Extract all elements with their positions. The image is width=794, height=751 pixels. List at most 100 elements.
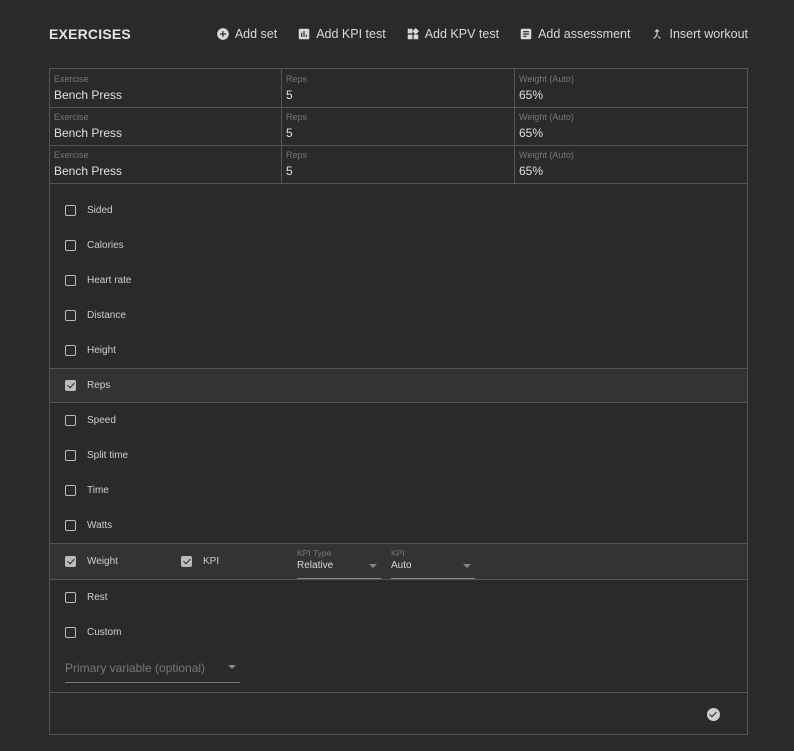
- variable-option-calories[interactable]: Calories: [50, 228, 747, 263]
- speed-checkbox[interactable]: [65, 415, 76, 426]
- exercise-value: Bench Press: [54, 126, 123, 140]
- add-kpi-test-label: Add KPI test: [316, 27, 386, 41]
- rest-label: Rest: [87, 592, 108, 603]
- variable-option-weight[interactable]: Weight KPI KPI Type Relative KPI Auto: [50, 543, 747, 580]
- exercises-header: EXERCISES Add set Add KPI test Add KPV t…: [49, 24, 748, 44]
- custom-checkbox[interactable]: [65, 627, 76, 638]
- reps-cell[interactable]: Reps 5: [282, 145, 515, 183]
- exercise-panel: Exercise Bench Press Reps 5 Weight (Auto…: [49, 68, 748, 735]
- section-title: EXERCISES: [49, 26, 131, 42]
- weight-label: Weight (Auto): [519, 74, 574, 84]
- kpi-checkbox[interactable]: [181, 556, 192, 567]
- reps-variable-label: Reps: [87, 380, 111, 391]
- reps-label: Reps: [286, 74, 308, 84]
- add-kpi-test-button[interactable]: Add KPI test: [297, 27, 386, 41]
- split-time-label: Split time: [87, 450, 129, 461]
- kpi-select[interactable]: KPI Auto: [391, 548, 475, 579]
- height-checkbox[interactable]: [65, 345, 76, 356]
- primary-variable-select[interactable]: Primary variable (optional): [65, 652, 240, 683]
- variable-option-height[interactable]: Height: [50, 333, 747, 368]
- exercise-cell[interactable]: Exercise Bench Press: [50, 107, 282, 145]
- add-assessment-label: Add assessment: [538, 27, 631, 41]
- weight-checkbox[interactable]: [65, 556, 76, 567]
- reps-cell[interactable]: Reps 5: [282, 107, 515, 145]
- time-label: Time: [87, 485, 109, 496]
- kpi-type-dropdown-icon: [369, 564, 377, 568]
- exercise-value: Bench Press: [54, 164, 123, 178]
- exercise-value: Bench Press: [54, 88, 123, 102]
- weight-cell[interactable]: Weight (Auto) 65%: [515, 107, 747, 145]
- exercise-cell[interactable]: Exercise Bench Press: [50, 69, 282, 107]
- kpi-type-value: Relative: [297, 560, 334, 571]
- split-time-checkbox[interactable]: [65, 450, 76, 461]
- kpi-type-label: KPI Type: [297, 548, 332, 558]
- insert-workout-label: Insert workout: [669, 27, 748, 41]
- assessment-icon: [519, 27, 533, 41]
- variable-option-custom[interactable]: Custom: [50, 615, 747, 650]
- check-circle-icon[interactable]: [707, 708, 720, 721]
- distance-label: Distance: [87, 310, 126, 321]
- rest-checkbox[interactable]: [65, 592, 76, 603]
- kpi-type-select[interactable]: KPI Type Relative: [297, 548, 381, 579]
- kpi-dropdown-icon: [463, 564, 471, 568]
- exercise-label: Exercise: [54, 150, 89, 160]
- footer-divider: [50, 692, 747, 693]
- primary-variable-placeholder: Primary variable (optional): [65, 661, 206, 675]
- distance-checkbox[interactable]: [65, 310, 76, 321]
- height-label: Height: [87, 345, 116, 356]
- add-circle-icon: [216, 27, 230, 41]
- weight-label: Weight (Auto): [519, 112, 574, 122]
- variable-option-reps[interactable]: Reps: [50, 368, 747, 403]
- insert-workout-button[interactable]: Insert workout: [650, 27, 748, 41]
- set-row[interactable]: Exercise Bench Press Reps 5 Weight (Auto…: [50, 107, 747, 146]
- weight-cell[interactable]: Weight (Auto) 65%: [515, 69, 747, 107]
- time-checkbox[interactable]: [65, 485, 76, 496]
- toolbar: Add set Add KPI test Add KPV test Add as…: [216, 24, 748, 44]
- custom-label: Custom: [87, 627, 122, 638]
- weight-variable-label: Weight: [87, 556, 118, 567]
- variable-option-time[interactable]: Time: [50, 473, 747, 508]
- set-row[interactable]: Exercise Bench Press Reps 5 Weight (Auto…: [50, 69, 747, 108]
- reps-value: 5: [286, 88, 293, 102]
- weight-value: 65%: [519, 88, 544, 102]
- exercise-label: Exercise: [54, 74, 89, 84]
- variable-option-speed[interactable]: Speed: [50, 403, 747, 438]
- reps-label: Reps: [286, 112, 308, 122]
- merge-icon: [650, 27, 664, 41]
- variable-option-sided[interactable]: Sided: [50, 193, 747, 228]
- add-set-label: Add set: [234, 27, 278, 41]
- kpi-label: KPI: [203, 556, 220, 567]
- sided-checkbox[interactable]: [65, 205, 76, 216]
- variable-option-split-time[interactable]: Split time: [50, 438, 747, 473]
- variable-option-watts[interactable]: Watts: [50, 508, 747, 543]
- reps-checkbox[interactable]: [65, 380, 76, 391]
- kpi-select-value: Auto: [391, 560, 412, 571]
- reps-label: Reps: [286, 150, 308, 160]
- reps-cell[interactable]: Reps 5: [282, 69, 515, 107]
- weight-value: 65%: [519, 126, 544, 140]
- variable-option-rest[interactable]: Rest: [50, 580, 747, 615]
- exercise-label: Exercise: [54, 112, 89, 122]
- bar-chart-icon: [297, 27, 311, 41]
- add-kpv-test-label: Add KPV test: [424, 27, 500, 41]
- heart-rate-checkbox[interactable]: [65, 275, 76, 286]
- sided-label: Sided: [87, 205, 113, 216]
- watts-checkbox[interactable]: [65, 520, 76, 531]
- speed-label: Speed: [87, 415, 116, 426]
- add-set-button[interactable]: Add set: [216, 27, 277, 41]
- variable-option-distance[interactable]: Distance: [50, 298, 747, 333]
- kpi-select-label: KPI: [391, 548, 405, 558]
- primary-variable-dropdown-icon: [228, 665, 236, 669]
- heart-rate-label: Heart rate: [87, 275, 132, 286]
- variable-option-heart-rate[interactable]: Heart rate: [50, 263, 747, 298]
- exercise-cell[interactable]: Exercise Bench Press: [50, 145, 282, 183]
- reps-value: 5: [286, 164, 293, 178]
- weight-label: Weight (Auto): [519, 150, 574, 160]
- weight-cell[interactable]: Weight (Auto) 65%: [515, 145, 747, 183]
- widgets-icon: [406, 27, 420, 41]
- set-row[interactable]: Exercise Bench Press Reps 5 Weight (Auto…: [50, 145, 747, 184]
- add-kpv-test-button[interactable]: Add KPV test: [406, 27, 499, 41]
- calories-checkbox[interactable]: [65, 240, 76, 251]
- add-assessment-button[interactable]: Add assessment: [519, 27, 630, 41]
- calories-label: Calories: [87, 240, 124, 251]
